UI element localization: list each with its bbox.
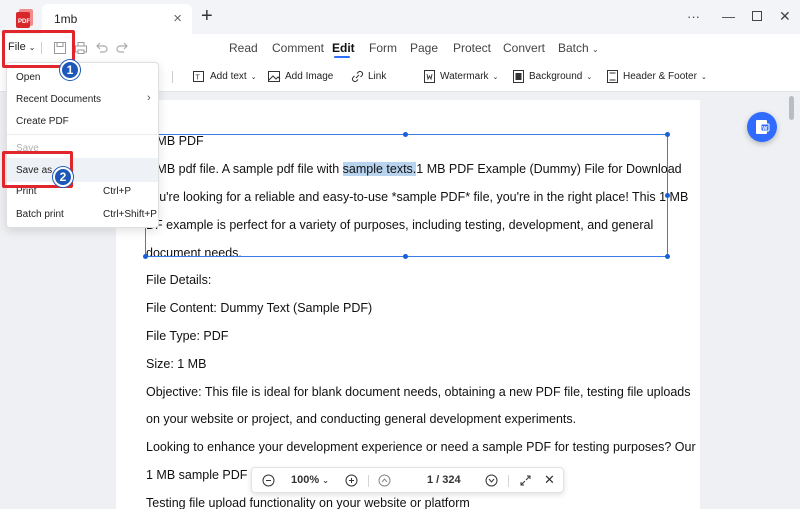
header-footer-label: Header & Footer [623,71,697,82]
maximize-icon[interactable] [752,11,762,21]
menu-item-open[interactable]: Open [16,72,40,83]
doc-line[interactable]: File Details: [146,273,211,287]
add-image-button[interactable]: Add Image [268,70,333,83]
fullscreen-icon[interactable] [519,474,532,487]
zoom-level-value: 100% [291,474,320,486]
chevron-right-icon: › [147,92,151,104]
redo-icon[interactable] [114,40,130,56]
tab-close-icon[interactable]: × [173,10,182,27]
resize-handle[interactable] [403,254,408,259]
tab-batch[interactable]: Batch ⌄ [558,41,599,55]
add-image-label: Add Image [285,71,334,82]
zoom-in-icon[interactable] [345,474,358,487]
main-toolbar: File ⌄ Read Comment Edit Form Page Prote… [0,34,800,62]
undo-icon[interactable] [94,40,110,56]
add-text-label: Add text [210,71,247,82]
minimize-icon[interactable]: — [722,9,735,24]
header-footer-icon [607,70,618,83]
doc-line[interactable]: Testing file upload functionality on you… [146,496,470,509]
app-logo-icon: PDF [16,9,33,28]
tab-protect[interactable]: Protect [453,41,491,55]
menu-divider [7,134,158,135]
menu-item-recent-documents[interactable]: Recent Documents [16,94,101,105]
batch-print-shortcut: Ctrl+Shift+P [103,209,157,220]
resize-handle[interactable] [665,193,670,198]
resize-handle[interactable] [665,132,670,137]
svg-text:T: T [196,75,201,82]
resize-handle[interactable] [665,254,670,259]
doc-line[interactable]: 1 MB sample PDF fi [146,468,257,482]
step-badge-2: 2 [53,167,73,187]
tab-form[interactable]: Form [369,41,397,55]
zoom-out-icon[interactable] [262,474,275,487]
scrollbar-thumb[interactable] [789,96,794,120]
doc-line[interactable]: File Type: PDF [146,329,228,343]
close-window-icon[interactable]: ✕ [779,8,791,25]
new-tab-icon[interactable]: + [201,6,213,26]
doc-line[interactable]: Size: 1 MB [146,357,206,371]
background-label: Background [529,71,583,82]
chevron-down-icon: ⌄ [322,476,329,485]
watermark-label: Watermark [440,71,489,82]
next-page-icon[interactable] [485,474,498,487]
doc-line[interactable]: on your website or project, and conducti… [146,412,576,426]
tab-read[interactable]: Read [229,41,258,55]
chevron-down-icon: ⌄ [592,45,599,54]
toolbar-divider [172,71,173,83]
tab-edit[interactable]: Edit [332,41,355,55]
menu-item-batch-print[interactable]: Batch print [16,209,64,220]
tab-convert[interactable]: Convert [503,41,545,55]
header-footer-button[interactable]: Header & Footer ⌄ [606,70,707,83]
resize-handle[interactable] [403,132,408,137]
previous-page-icon[interactable] [378,474,391,487]
link-icon [352,71,363,82]
watermark-button[interactable]: Watermark ⌄ [423,70,498,83]
zoom-divider [508,475,509,487]
chevron-down-icon: ⌄ [250,73,257,81]
tab-batch-label: Batch [558,41,589,55]
convert-to-word-button[interactable]: W [747,112,777,142]
word-icon: W [756,120,770,134]
add-image-icon [268,71,281,82]
more-options-icon[interactable]: ··· [687,9,700,24]
chevron-down-icon: ⌄ [492,73,499,81]
tab-page[interactable]: Page [410,41,438,55]
add-text-button[interactable]: T Add text ⌄ [193,70,257,83]
svg-text:PDF: PDF [18,19,30,25]
print-shortcut: Ctrl+P [103,186,132,197]
zoom-toolbar: 100% ⌄ 1 / 324 ✕ [251,467,564,493]
doc-line[interactable]: File Content: Dummy Text (Sample PDF) [146,301,372,315]
doc-line[interactable]: Looking to enhance your development expe… [146,440,696,454]
watermark-icon [424,70,435,83]
background-button[interactable]: Background ⌄ [512,70,592,83]
link-label: Link [368,71,387,82]
tab-title: 1mb [54,12,78,26]
chevron-down-icon: ⌄ [700,73,707,81]
resize-handle[interactable] [143,254,148,259]
menu-item-create-pdf[interactable]: Create PDF [16,116,69,127]
zoom-divider [368,475,369,487]
chevron-down-icon: ⌄ [586,73,593,81]
background-icon [513,70,524,83]
zoom-level[interactable]: 100% ⌄ [291,474,329,486]
link-button[interactable]: Link [351,70,386,83]
page-indicator[interactable]: 1 / 324 [427,474,461,486]
text-box-selection[interactable] [145,134,668,257]
svg-text:W: W [762,126,768,132]
step-badge-1: 1 [60,60,80,80]
doc-line[interactable]: Objective: This file is ideal for blank … [146,385,691,399]
active-tab-indicator [334,56,350,58]
close-zoom-bar-icon[interactable]: ✕ [544,472,555,488]
title-bar: PDF 1mb × + ··· — ✕ [0,0,800,34]
tab-comment[interactable]: Comment [272,41,324,55]
vertical-scrollbar[interactable] [789,92,795,509]
add-text-icon: T [193,71,204,82]
print-icon[interactable] [73,40,89,56]
